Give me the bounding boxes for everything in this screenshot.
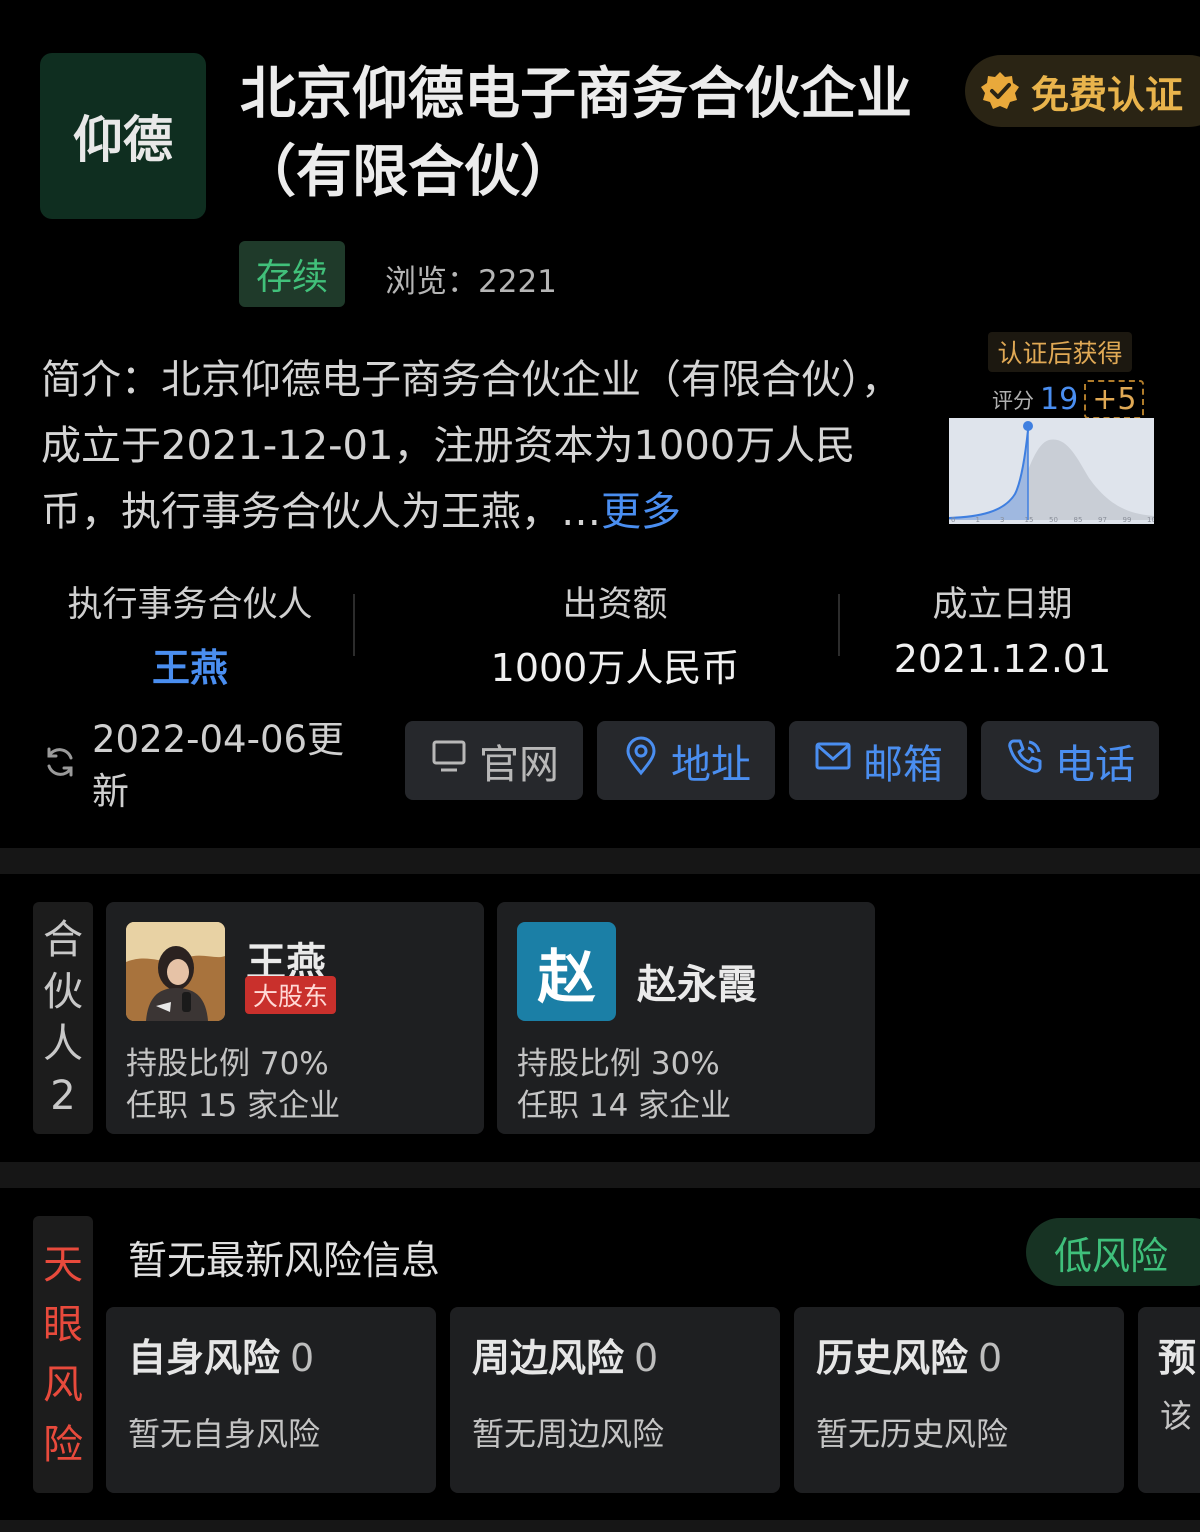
refresh-icon xyxy=(42,744,78,784)
view-count: 浏览：2221 xyxy=(385,264,557,300)
founded-date-value: 2021.12.01 xyxy=(893,637,1112,681)
free-verify-label: 免费认证 xyxy=(1031,72,1184,117)
side-char: 2 xyxy=(50,1073,76,1119)
score-label: 评分 xyxy=(992,388,1034,413)
free-verify-button[interactable]: 免费认证 xyxy=(965,55,1200,127)
section-divider xyxy=(0,848,1200,874)
curve-tick-label: 85 xyxy=(1074,516,1083,524)
curve-tick-label: 0 xyxy=(951,516,955,524)
risk-card-label: 预 xyxy=(1158,1336,1197,1380)
score-gain-label: 认证后获得 xyxy=(988,332,1132,372)
partner-jobs: 任职 14 家企业 xyxy=(517,1088,732,1124)
partner-jobs: 任职 15 家企业 xyxy=(126,1088,341,1124)
risk-card-warning[interactable]: 预 该 甄 xyxy=(1138,1307,1200,1493)
mail-icon xyxy=(813,736,853,786)
company-logo-text: 仰德 xyxy=(73,111,173,169)
curve-tick-label: 15 xyxy=(1025,516,1034,524)
stat-label: 成立日期 xyxy=(932,585,1073,625)
side-char: 人 xyxy=(43,1021,83,1067)
phone-label: 电话 xyxy=(1055,741,1135,788)
section-divider xyxy=(0,1162,1200,1188)
partner-name: 赵永霞 xyxy=(637,962,757,1008)
curve-tick-label: 3 xyxy=(1000,516,1004,524)
curve-tick-label: 100 xyxy=(1147,516,1154,524)
risk-card-desc: 暂无周边风险 xyxy=(472,1415,665,1453)
location-pin-icon xyxy=(621,736,661,786)
risk-card-title: 预 xyxy=(1158,1327,1196,1382)
capital-value: 1000万人民币 xyxy=(490,646,740,690)
phone-icon xyxy=(1005,736,1045,786)
risk-card-desc: 该 甄 xyxy=(1160,1397,1200,1435)
stat-founded-date: 成立日期 2021.12.01 xyxy=(880,576,1125,681)
risk-card-surrounding[interactable]: 周边风险 0 暂无周边风险 xyxy=(450,1307,780,1493)
risk-card-desc: 暂无历史风险 xyxy=(816,1415,1009,1453)
risk-card-title: 周边风险 0 xyxy=(472,1327,658,1382)
risk-card-desc: 暂无自身风险 xyxy=(128,1415,321,1453)
company-intro: 简介：北京仰德电子商务合伙企业（有限合伙），成立于2021-12-01，注册资本… xyxy=(41,347,901,545)
website-label: 官网 xyxy=(479,741,559,788)
monitor-icon xyxy=(429,736,469,786)
email-label: 邮箱 xyxy=(863,741,943,788)
risk-count: 0 xyxy=(634,1336,659,1380)
intro-more-link[interactable]: 更多 xyxy=(601,489,681,535)
avatar xyxy=(126,922,225,1021)
side-char: 眼 xyxy=(43,1301,83,1348)
risk-card-title: 自身风险 0 xyxy=(128,1327,314,1382)
curve-tick-label: 99 xyxy=(1123,516,1132,524)
risk-side-tag[interactable]: 天 眼 风 险 xyxy=(33,1216,93,1493)
risk-card-self[interactable]: 自身风险 0 暂无自身风险 xyxy=(106,1307,436,1493)
curve-tick-label: 50 xyxy=(1049,516,1058,524)
side-char: 天 xyxy=(43,1241,83,1288)
address-label: 地址 xyxy=(671,741,751,788)
score-widget[interactable]: 认证后获得 评分 19 +5 0 1 3 15 50 85 97 99 100 xyxy=(948,332,1158,528)
stat-capital: 出资额 1000万人民币 xyxy=(470,576,760,692)
avatar: 赵 xyxy=(517,922,616,1021)
risk-level-badge[interactable]: 低风险 xyxy=(1026,1218,1200,1286)
score-plus-badge: +5 xyxy=(1084,380,1145,419)
curve-tick-label: 97 xyxy=(1098,516,1107,524)
score-distribution-curve: 0 1 3 15 50 85 97 99 100 xyxy=(949,418,1154,524)
update-info[interactable]: 2022-04-06更新 xyxy=(42,714,377,818)
risk-card-title: 历史风险 0 xyxy=(816,1327,1002,1382)
risk-count: 0 xyxy=(978,1336,1003,1380)
partner-share: 持股比例 70% xyxy=(126,1046,329,1082)
company-logo: 仰德 xyxy=(40,53,206,219)
partner-card[interactable]: 王燕 大股东 持股比例 70% 任职 15 家企业 xyxy=(106,902,484,1134)
side-char: 伙 xyxy=(43,969,83,1015)
status-badge: 存续 xyxy=(239,241,345,307)
major-shareholder-badge: 大股东 xyxy=(245,976,337,1014)
side-char: 合 xyxy=(43,917,83,963)
side-char: 险 xyxy=(43,1421,83,1468)
risk-card-label: 周边风险 xyxy=(472,1336,625,1380)
stat-divider xyxy=(353,594,355,656)
verified-badge-icon xyxy=(979,70,1021,112)
partner-share: 持股比例 30% xyxy=(517,1046,720,1082)
company-name: 北京仰德电子商务合伙企业（有限合伙） xyxy=(240,62,912,205)
executive-partner-link[interactable]: 王燕 xyxy=(55,637,325,692)
curve-tick-label: 1 xyxy=(976,516,980,524)
score-value: 19 xyxy=(1040,382,1079,417)
email-button[interactable]: 邮箱 xyxy=(789,721,967,800)
partner-card[interactable]: 赵 赵永霞 持股比例 30% 任职 14 家企业 xyxy=(497,902,875,1134)
intro-text: 简介：北京仰德电子商务合伙企业（有限合伙），成立于2021-12-01，注册资本… xyxy=(41,357,901,535)
stat-divider xyxy=(838,594,840,656)
stat-label: 出资额 xyxy=(562,585,668,625)
section-divider xyxy=(0,1520,1200,1532)
risk-count: 0 xyxy=(290,1336,315,1380)
score-row: 评分 19 +5 xyxy=(992,380,1145,419)
phone-button[interactable]: 电话 xyxy=(981,721,1159,800)
update-date: 2022-04-06更新 xyxy=(92,718,345,813)
side-char: 风 xyxy=(43,1361,83,1408)
stat-executive-partner: 执行事务合伙人 王燕 xyxy=(55,576,325,692)
risk-card-label: 自身风险 xyxy=(128,1336,281,1380)
address-button[interactable]: 地址 xyxy=(597,721,775,800)
risk-title: 暂无最新风险信息 xyxy=(128,1239,441,1284)
website-button[interactable]: 官网 xyxy=(405,721,583,800)
stat-label: 执行事务合伙人 xyxy=(67,585,313,625)
partners-side-tag[interactable]: 合 伙 人 2 xyxy=(33,902,93,1134)
risk-card-label: 历史风险 xyxy=(816,1336,969,1380)
risk-card-history[interactable]: 历史风险 0 暂无历史风险 xyxy=(794,1307,1124,1493)
